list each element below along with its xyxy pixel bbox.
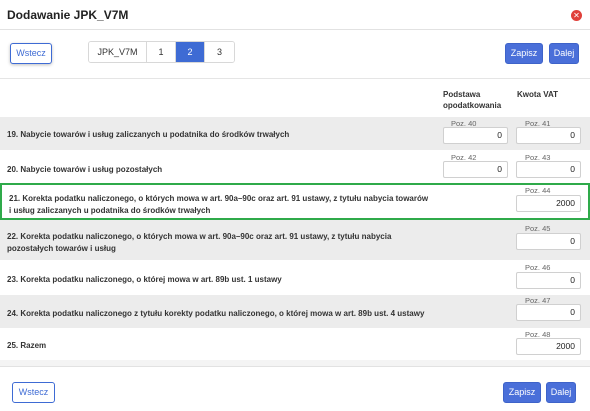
- row-label: 23. Korekta podatku naliczonego, o które…: [7, 275, 282, 284]
- poz-label: Poz. 46: [525, 263, 551, 272]
- row-label: 21. Korekta podatku naliczonego, o który…: [9, 194, 429, 215]
- back-button-bottom[interactable]: Wstecz: [12, 382, 55, 403]
- step-tabs: JPK_V7M 1 2 3: [88, 41, 235, 63]
- row-label: 20. Nabycie towarów i usług pozostałych: [7, 165, 163, 174]
- dialog-title: Dodawanie JPK_V7M: [7, 8, 129, 22]
- table-row: 23. Korekta podatku naliczonego, o które…: [0, 260, 590, 295]
- table-row: 22. Korekta podatku naliczonego, o który…: [0, 220, 590, 260]
- vat-field[interactable]: 2000: [516, 338, 581, 355]
- table-row-highlighted: 21. Korekta podatku naliczonego, o który…: [0, 183, 590, 220]
- dialog-footer: Wstecz Zapisz Dalej: [0, 366, 590, 411]
- vat-field[interactable]: 0: [516, 161, 581, 178]
- tab-1[interactable]: 1: [147, 42, 176, 62]
- poz-label: Poz. 44: [525, 186, 551, 195]
- vat-field[interactable]: 2000: [516, 195, 581, 212]
- tab-jpk-v7m[interactable]: JPK_V7M: [89, 42, 147, 62]
- table-row: 25. Razem Poz. 48 2000: [0, 328, 590, 360]
- row-label: 22. Korekta podatku naliczonego, o który…: [7, 232, 392, 253]
- row-label: 25. Razem: [7, 341, 47, 350]
- dialog-titlebar: Dodawanie JPK_V7M ✕: [0, 0, 590, 30]
- vat-field[interactable]: 0: [516, 304, 581, 321]
- vat-field[interactable]: 0: [516, 127, 581, 144]
- save-button-top[interactable]: Zapisz: [505, 43, 543, 64]
- row-label: 19. Nabycie towarów i usług zaliczanych …: [7, 130, 290, 139]
- top-toolbar: Wstecz JPK_V7M 1 2 3 Zapisz Dalej: [0, 31, 590, 75]
- tab-2[interactable]: 2: [176, 42, 205, 62]
- close-icon[interactable]: ✕: [571, 10, 582, 21]
- row-label: 24. Korekta podatku naliczonego z tytułu…: [7, 309, 425, 318]
- poz-label: Poz. 45: [525, 224, 551, 233]
- table-row: 20. Nabycie towarów i usług pozostałych …: [0, 150, 590, 183]
- next-button-bottom[interactable]: Dalej: [546, 382, 576, 403]
- vat-field[interactable]: 0: [516, 233, 581, 250]
- back-button-top[interactable]: Wstecz: [10, 43, 52, 64]
- table-row: 24. Korekta podatku naliczonego z tytułu…: [0, 295, 590, 328]
- vat-field[interactable]: 0: [516, 272, 581, 289]
- jpk-dialog: Dodawanie JPK_V7M ✕ Wstecz JPK_V7M 1 2 3…: [0, 0, 590, 411]
- table-row: 19. Nabycie towarów i usług zaliczanych …: [0, 117, 590, 150]
- base-field[interactable]: 0: [443, 161, 508, 178]
- column-header-base: Podstawa opodatkowania: [443, 90, 502, 110]
- column-header-vat: Kwota VAT: [517, 90, 559, 99]
- base-field[interactable]: 0: [443, 127, 508, 144]
- tab-3[interactable]: 3: [205, 42, 234, 62]
- save-button-bottom[interactable]: Zapisz: [503, 382, 541, 403]
- next-button-top[interactable]: Dalej: [549, 43, 579, 64]
- header-divider: [0, 78, 590, 79]
